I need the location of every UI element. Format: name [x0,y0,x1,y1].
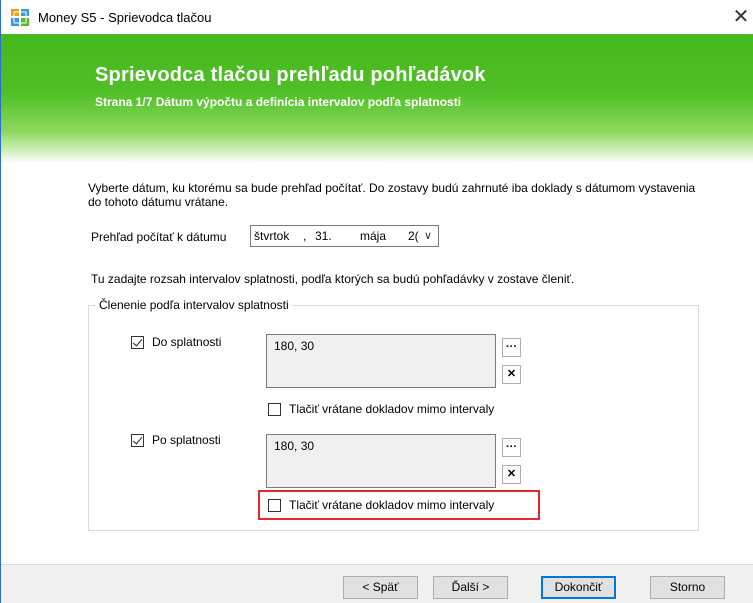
po-splatnosti-intervals-field[interactable]: 180, 30 [266,434,496,488]
wizard-title: Sprievodca tlačou prehľadu pohľadávok [95,64,486,86]
do-clear-button[interactable]: ✕ [502,365,521,384]
checkbox-unchecked-icon[interactable] [268,402,281,416]
do-splatnosti-checkbox[interactable]: Do splatnosti [131,335,221,349]
wizard-header-banner: Sprievodca tlačou prehľadu pohľadávok St… [1,34,753,164]
date-picker[interactable]: štvrtok , 31. mája 2( ∨ [250,225,439,247]
window-title: Money S5 - Sprievodca tlačou [38,10,212,25]
do-browse-button[interactable]: ··· [502,338,521,357]
po-splatnosti-checkbox[interactable]: Po splatnosti [131,433,221,447]
money-app-icon [11,9,29,26]
po-clear-button[interactable]: ✕ [502,465,521,484]
do-mimo-intervaly-label: Tlačiť vrátane dokladov mimo intervaly [289,402,495,416]
highlight-box [258,490,540,520]
do-splatnosti-label: Do splatnosti [152,335,222,349]
range-instructions: Tu zadajte rozsah intervalov splatnosti,… [91,272,575,286]
po-splatnosti-label: Po splatnosti [152,433,221,447]
do-mimo-intervaly-checkbox[interactable]: Tlačiť vrátane dokladov mimo intervaly [268,402,494,416]
finish-button[interactable]: Dokončiť [541,576,616,599]
groupbox-legend: Členenie podľa intervalov splatnosti [95,298,293,312]
wizard-step-subtitle: Strana 1/7 Dátum výpočtu a definícia int… [95,95,462,109]
intro-text: Vyberte dátum, ku ktorému sa bude prehľa… [88,181,696,209]
back-button[interactable]: < Späť [343,576,418,599]
date-label: Prehľad počítať k dátumu [91,230,227,244]
checkbox-checked-icon[interactable] [131,335,144,349]
cancel-button[interactable]: Storno [650,576,725,599]
title-bar: Money S5 - Sprievodca tlačou ✕ [1,0,753,34]
chevron-down-icon[interactable]: ∨ [418,226,438,246]
do-splatnosti-intervals-field[interactable]: 180, 30 [266,334,496,388]
date-weekday[interactable]: štvrtok [254,229,289,243]
close-icon[interactable]: ✕ [728,4,753,30]
wizard-window: Money S5 - Sprievodca tlačou ✕ Sprievodc… [0,0,753,603]
checkbox-checked-icon[interactable] [131,433,144,447]
date-month[interactable]: mája [360,229,386,243]
date-separator: , [303,229,307,243]
date-day[interactable]: 31. [315,229,332,243]
po-browse-button[interactable]: ··· [502,438,521,457]
next-button[interactable]: Ďalší > [433,576,508,599]
